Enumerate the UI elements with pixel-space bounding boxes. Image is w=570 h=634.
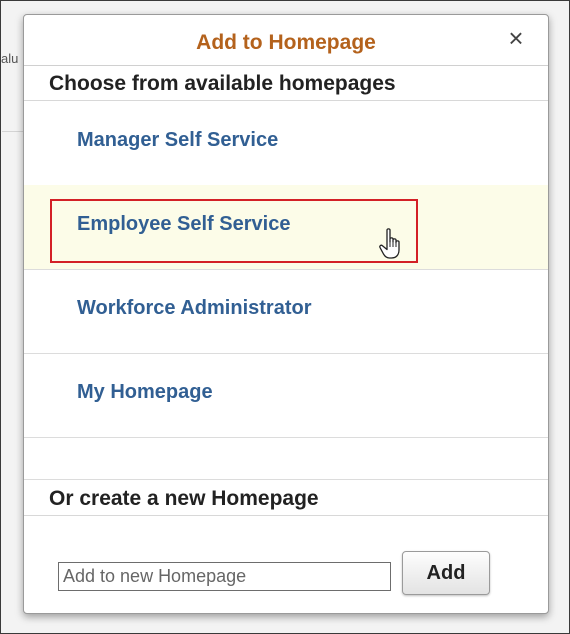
dialog-title: Add to Homepage	[196, 31, 376, 54]
homepage-item-label: My Homepage	[77, 381, 213, 403]
homepage-item-my-homepage[interactable]: My Homepage	[24, 353, 548, 438]
homepage-item-label: Manager Self Service	[77, 129, 279, 151]
create-homepage-header: Or create a new Homepage	[24, 481, 548, 515]
new-homepage-input[interactable]	[58, 562, 391, 591]
homepage-item-manager-self-service[interactable]: Manager Self Service	[24, 101, 548, 186]
add-button[interactable]: Add	[402, 551, 490, 595]
dialog-header: Add to Homepage ×	[24, 15, 548, 66]
homepage-item-employee-self-service[interactable]: Employee Self Service	[24, 185, 548, 270]
hand-pointer-icon	[379, 228, 400, 259]
available-homepages-header: Choose from available homepages	[24, 66, 548, 100]
close-button[interactable]: ×	[502, 23, 530, 53]
background-divider	[2, 131, 24, 132]
close-icon: ×	[508, 23, 524, 53]
list-spacer	[24, 438, 548, 480]
background-partial-text: alu	[1, 51, 19, 66]
homepage-item-workforce-administrator[interactable]: Workforce Administrator	[24, 269, 548, 354]
create-homepage-title: Or create a new Homepage	[49, 487, 319, 510]
add-to-homepage-dialog: Add to Homepage × Choose from available …	[23, 14, 549, 614]
available-homepages-title: Choose from available homepages	[49, 72, 396, 95]
screenshot-frame: alu Add to Homepage × Choose from availa…	[0, 0, 570, 634]
homepage-item-label: Workforce Administrator	[77, 297, 312, 319]
section-divider	[24, 515, 548, 516]
homepage-item-label: Employee Self Service	[77, 213, 291, 235]
